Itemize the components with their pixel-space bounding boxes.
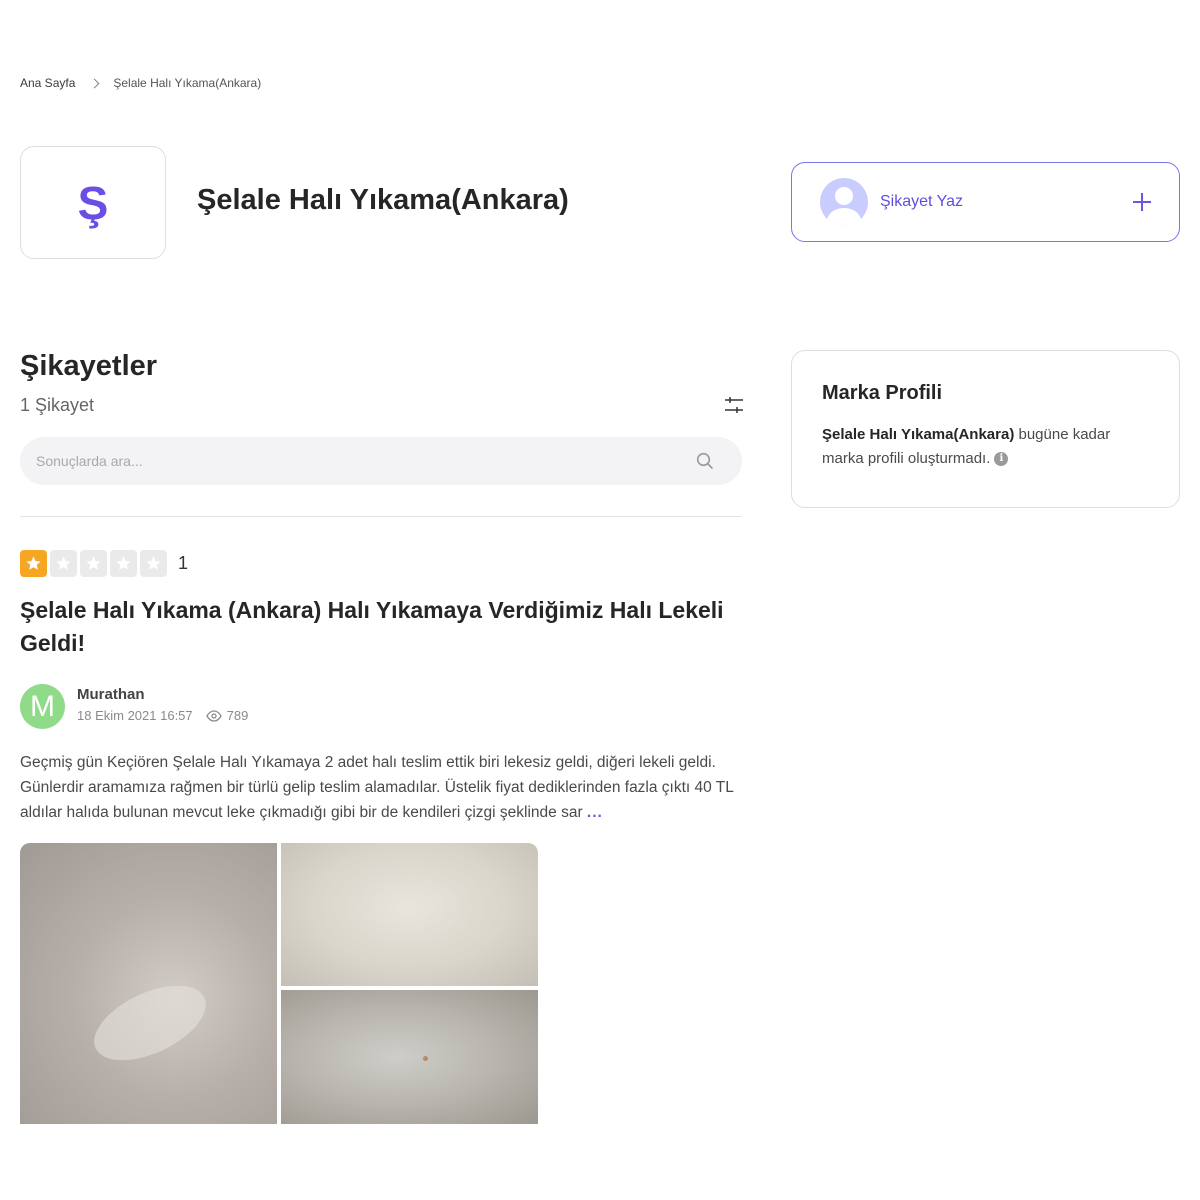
star-icon — [50, 550, 77, 577]
brand-profile-title: Marka Profili — [822, 382, 943, 404]
search-bar — [20, 437, 742, 485]
brand-profile-name: Şelale Halı Yıkama(Ankara) — [822, 426, 1015, 443]
complaint-image-3[interactable] — [281, 990, 538, 1124]
plus-icon — [1133, 193, 1151, 211]
view-count: 789 — [226, 708, 249, 723]
read-more-button[interactable]: ... — [587, 804, 603, 821]
breadcrumb-current: Şelale Halı Yıkama(Ankara) — [113, 76, 262, 90]
complaints-title: Şikayetler — [20, 350, 158, 382]
eye-icon — [205, 709, 222, 722]
star-icon — [140, 550, 167, 577]
complaint-image-1[interactable] — [20, 843, 277, 1124]
star-icon — [110, 550, 137, 577]
breadcrumb: Ana Sayfa Şelale Halı Yıkama(Ankara) — [20, 76, 261, 90]
complaint-image-2[interactable] — [281, 843, 538, 986]
avatar: M — [20, 684, 65, 729]
breadcrumb-home-link[interactable]: Ana Sayfa — [20, 76, 75, 90]
search-icon[interactable] — [696, 452, 714, 470]
rating: 1 — [20, 550, 188, 577]
write-complaint-label: Şikayet Yaz — [880, 193, 964, 210]
rating-score: 1 — [178, 553, 189, 573]
divider — [20, 516, 742, 517]
info-icon[interactable]: i — [994, 452, 1009, 467]
chevron-right-icon — [89, 78, 100, 88]
complaint-meta: 18 Ekim 2021 16:57 789 — [77, 708, 248, 723]
filter-icon[interactable] — [724, 396, 744, 414]
star-icon — [20, 550, 47, 577]
star-icon — [80, 550, 107, 577]
complaint-text: Geçmiş gün Keçiören Şelale Halı Yıkamaya… — [20, 750, 745, 825]
brand-title: Şelale Halı Yıkama(Ankara) — [197, 184, 569, 216]
complaint-count: 1 Şikayet — [20, 395, 95, 415]
search-input[interactable] — [36, 453, 696, 469]
brand-profile-text: Şelale Halı Yıkama(Ankara) bugüne kadar … — [822, 423, 1149, 471]
complaint-title[interactable]: Şelale Halı Yıkama (Ankara) Halı Yıkamay… — [20, 594, 742, 660]
user-placeholder-icon — [820, 178, 868, 226]
brand-profile-card: Marka Profili Şelale Halı Yıkama(Ankara)… — [791, 350, 1180, 508]
brand-logo-letter: Ş — [77, 176, 109, 229]
write-complaint-button[interactable]: Şikayet Yaz — [791, 162, 1180, 242]
complaint-body: Geçmiş gün Keçiören Şelale Halı Yıkamaya… — [20, 754, 734, 821]
user-name: Murathan — [77, 686, 145, 703]
complaint-date: 18 Ekim 2021 16:57 — [77, 708, 193, 723]
brand-logo: Ş — [20, 146, 166, 259]
